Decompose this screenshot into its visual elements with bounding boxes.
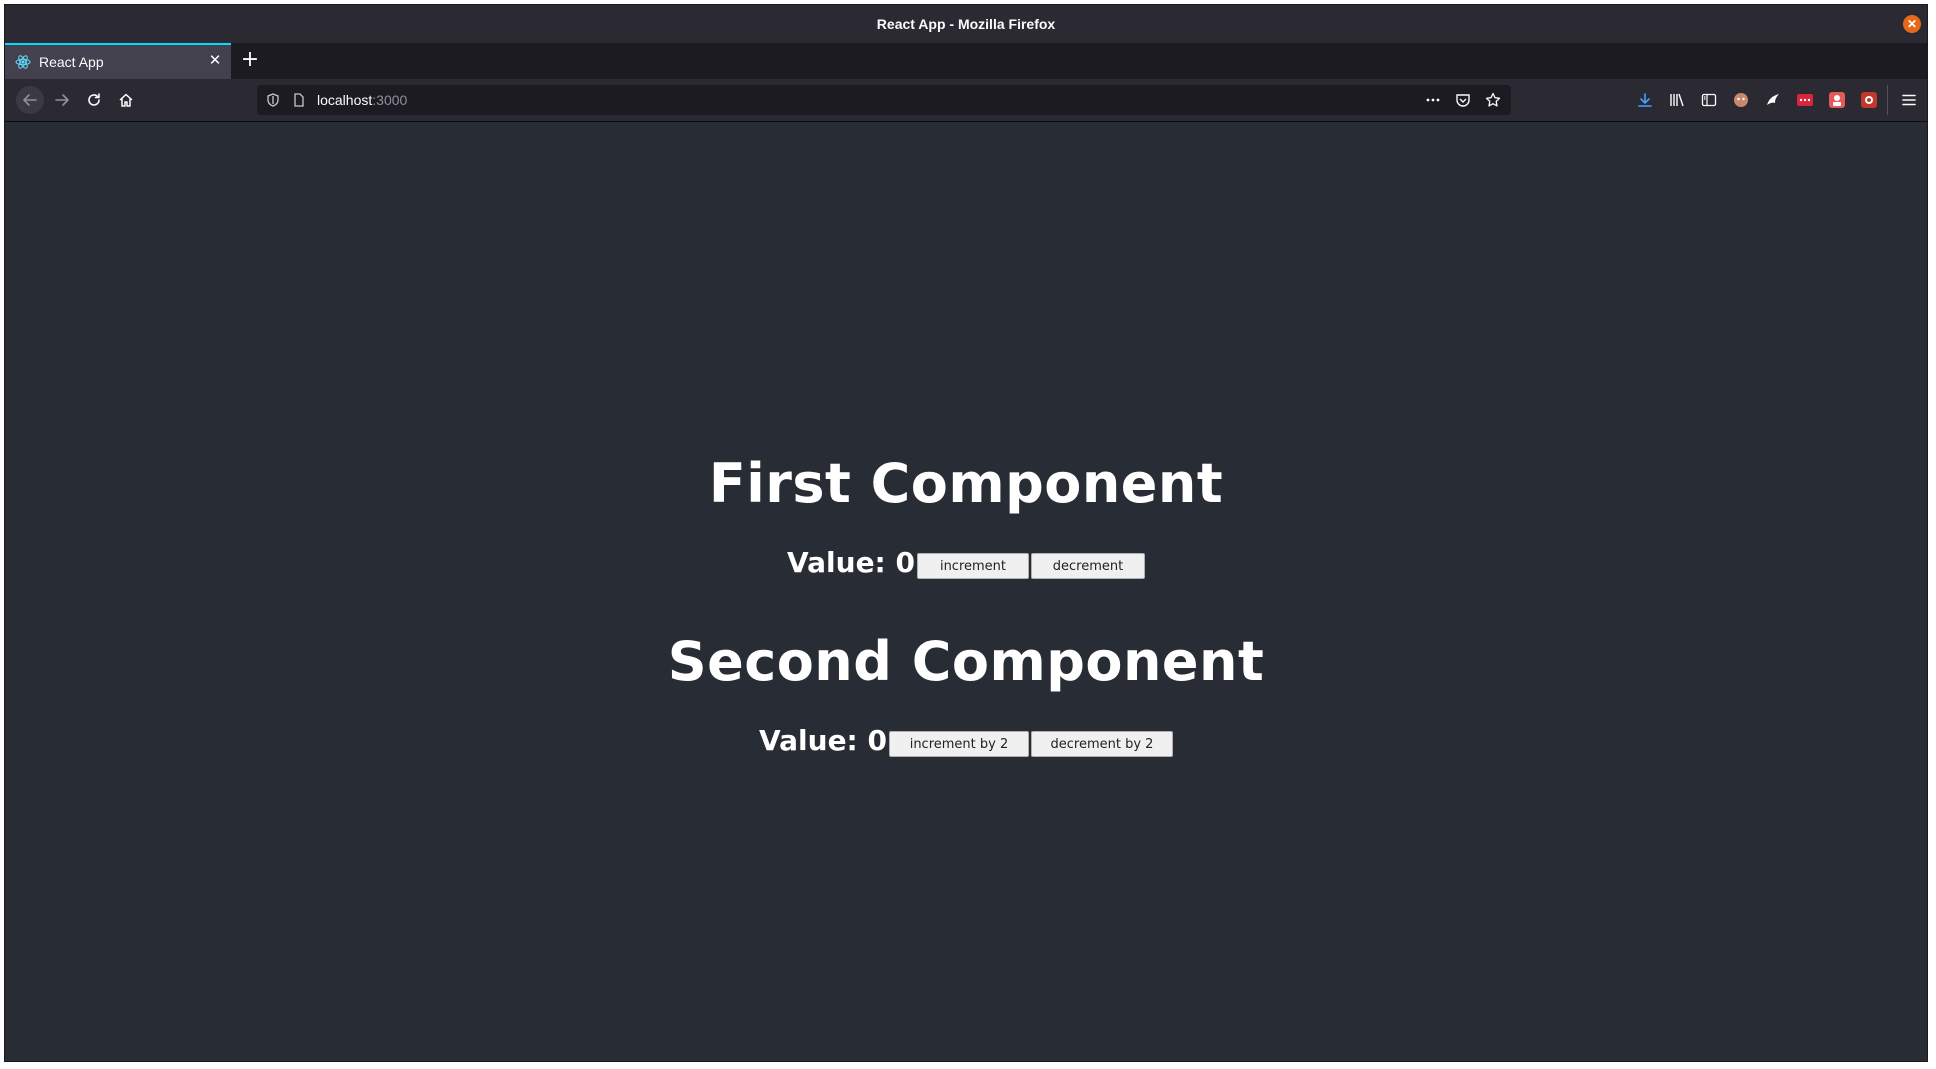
first-component-value: Value: 0	[787, 546, 915, 579]
extension-icon[interactable]	[1729, 88, 1753, 112]
extension-icon[interactable]	[1825, 88, 1849, 112]
tab-close-icon[interactable]: ✕	[207, 53, 223, 69]
increment-by-2-button[interactable]: increment by 2	[888, 731, 1029, 757]
tab-label: React App	[39, 54, 104, 70]
browser-window: React App - Mozilla Firefox ✕ React App …	[5, 5, 1927, 1061]
url-text[interactable]: localhost:3000	[317, 92, 407, 108]
menu-icon[interactable]	[1897, 88, 1921, 112]
second-component-value: Value: 0	[759, 724, 887, 757]
first-component-heading: First Component	[708, 452, 1224, 515]
tab-react-app[interactable]: React App ✕	[5, 43, 231, 79]
page-content: First Component Value: 0 increment decre…	[5, 122, 1927, 1061]
tab-strip: React App ✕ +	[5, 43, 1927, 79]
decrement-button[interactable]: decrement	[1030, 553, 1145, 579]
more-icon[interactable]	[1423, 90, 1443, 110]
extension-icon[interactable]	[1857, 88, 1881, 112]
window-title: React App - Mozilla Firefox	[876, 16, 1056, 32]
decrement-by-2-button[interactable]: decrement by 2	[1030, 731, 1173, 757]
page-icon[interactable]	[291, 92, 307, 108]
second-component: Second Component Value: 0 increment by 2…	[5, 630, 1927, 757]
sidebar-icon[interactable]	[1697, 88, 1721, 112]
increment-button[interactable]: increment	[916, 553, 1029, 579]
react-favicon-icon	[15, 54, 31, 70]
url-bar[interactable]: localhost:3000	[257, 85, 1511, 115]
bookmark-star-icon[interactable]	[1483, 90, 1503, 110]
url-port: :3000	[372, 92, 408, 108]
forward-icon[interactable]	[48, 86, 76, 114]
toolbar-separator	[1887, 85, 1888, 115]
extension-icon[interactable]	[1761, 88, 1785, 112]
url-host: localhost	[317, 92, 373, 108]
shield-icon[interactable]	[265, 92, 281, 108]
pocket-icon[interactable]	[1453, 90, 1473, 110]
second-component-heading: Second Component	[667, 630, 1265, 693]
library-icon[interactable]	[1665, 88, 1689, 112]
reload-icon[interactable]	[80, 86, 108, 114]
new-tab-icon[interactable]: +	[237, 47, 263, 73]
home-icon[interactable]	[112, 86, 140, 114]
back-icon[interactable]	[16, 86, 44, 114]
extension-icon[interactable]	[1793, 88, 1817, 112]
second-component-controls: Value: 0 increment by 2 decrement by 2	[5, 725, 1927, 757]
navigation-bar: localhost:3000	[5, 79, 1927, 122]
first-component-controls: Value: 0 increment decrement	[5, 547, 1927, 579]
window-close-icon[interactable]: ✕	[1903, 15, 1921, 33]
first-component: First Component Value: 0 increment decre…	[5, 452, 1927, 579]
download-icon[interactable]	[1633, 88, 1657, 112]
title-bar: React App - Mozilla Firefox ✕	[5, 5, 1927, 43]
